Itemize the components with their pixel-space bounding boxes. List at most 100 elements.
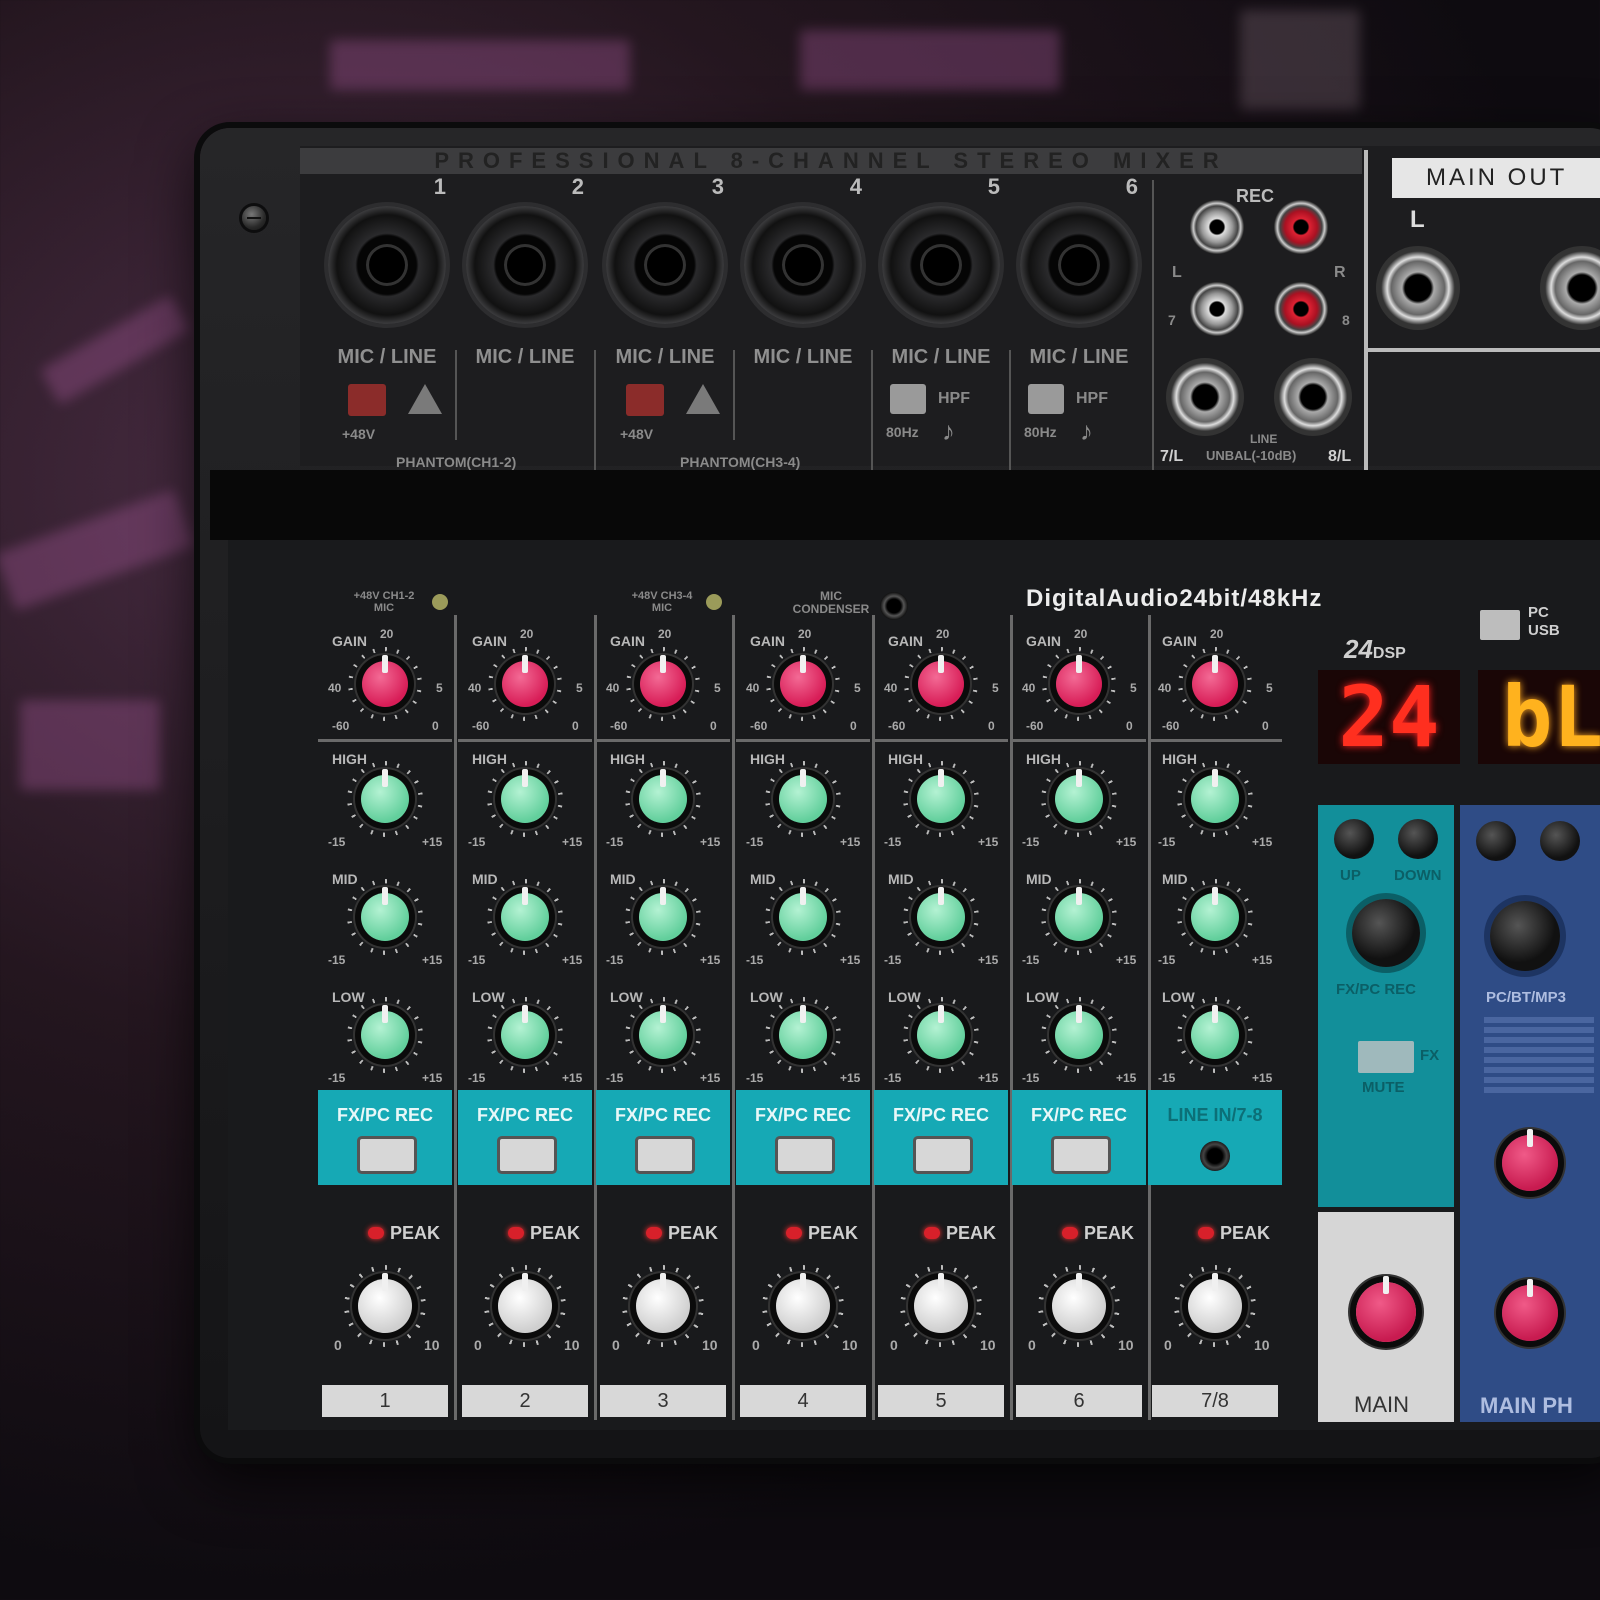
channel-volume-knob[interactable] [1174, 1265, 1256, 1347]
high-eq-knob[interactable] [1177, 761, 1253, 837]
channel-number: 6 [1125, 174, 1138, 199]
background-light [330, 40, 630, 90]
mic-condenser-label: MIC CONDENSER [792, 589, 870, 616]
down-button[interactable] [1398, 819, 1438, 859]
gain-label: GAIN [750, 633, 785, 649]
peak-led [1062, 1227, 1078, 1239]
high-eq-knob[interactable] [903, 761, 979, 837]
low-eq-knob[interactable] [1177, 997, 1253, 1073]
xlr-combo-jack[interactable] [1020, 206, 1138, 324]
previous-button[interactable] [1540, 821, 1580, 861]
gain-knob[interactable] [766, 647, 840, 721]
low-eq-knob[interactable] [625, 997, 701, 1073]
channel-volume-knob[interactable] [900, 1265, 982, 1347]
jack-line-label: LINE [1250, 432, 1278, 446]
peak-led [508, 1227, 524, 1239]
phantom-power-button[interactable] [626, 384, 664, 416]
hpf-button[interactable] [1028, 384, 1064, 414]
input-rca-8[interactable] [1274, 282, 1328, 336]
main-ph-knob[interactable] [1502, 1279, 1558, 1341]
high-eq-knob[interactable] [487, 761, 563, 837]
vol-min-label: 0 [890, 1337, 898, 1353]
xlr-combo-jack[interactable] [744, 206, 862, 324]
low-eq-knob[interactable] [903, 997, 979, 1073]
gain-knob[interactable] [904, 647, 978, 721]
mid-eq-label: MID [610, 871, 636, 887]
channel-strip-6: GAIN 20 40 5 -60 0 HIGH -15 +15 MID -15 … [1012, 615, 1151, 1420]
mid-eq-knob[interactable] [1041, 879, 1117, 955]
high-eq-knob[interactable] [347, 761, 423, 837]
gain-knob[interactable] [488, 647, 562, 721]
main-volume-knob[interactable] [1356, 1276, 1416, 1342]
channel-volume-knob[interactable] [762, 1265, 844, 1347]
mid-eq-knob[interactable] [903, 879, 979, 955]
mid-eq-knob[interactable] [487, 879, 563, 955]
xlr-combo-jack[interactable] [466, 206, 584, 324]
eq-min-label: -15 [606, 953, 624, 967]
mid-eq-knob[interactable] [625, 879, 701, 955]
vol-max-label: 10 [564, 1337, 580, 1353]
knob-pointer [1212, 887, 1218, 905]
background-light [0, 489, 195, 611]
up-button[interactable] [1334, 819, 1374, 859]
hpf-button[interactable] [890, 384, 926, 414]
fx-send-button[interactable] [1054, 1139, 1108, 1171]
phantom-power-button[interactable] [348, 384, 386, 416]
fx-encoder[interactable] [1352, 899, 1420, 967]
main-out-l-label: L [1410, 206, 1425, 233]
mid-eq-knob[interactable] [1177, 879, 1253, 955]
line-jack-8l[interactable] [1274, 358, 1352, 436]
gain-knob[interactable] [1178, 647, 1252, 721]
channel-volume-knob[interactable] [344, 1265, 426, 1347]
rec-rca-left[interactable] [1190, 200, 1244, 254]
main-out-jack-left[interactable] [1376, 246, 1460, 330]
line-in-jack[interactable] [1200, 1141, 1230, 1171]
rec-rca-right[interactable] [1274, 200, 1328, 254]
fx-send-button[interactable] [638, 1139, 692, 1171]
mid-eq-knob[interactable] [765, 879, 841, 955]
fx-send-button[interactable] [360, 1139, 414, 1171]
gain-label: GAIN [610, 633, 645, 649]
channel-volume-knob[interactable] [484, 1265, 566, 1347]
divider [736, 739, 870, 742]
gain-knob[interactable] [348, 647, 422, 721]
high-eq-knob[interactable] [1041, 761, 1117, 837]
pc-usb-button[interactable] [1480, 610, 1520, 640]
eq-min-label: -15 [884, 1071, 902, 1085]
fx-send-button[interactable] [500, 1139, 554, 1171]
low-eq-knob[interactable] [487, 997, 563, 1073]
high-eq-knob[interactable] [625, 761, 701, 837]
xlr-combo-jack[interactable] [606, 206, 724, 324]
channel-volume-knob[interactable] [622, 1265, 704, 1347]
mid-eq-label: MID [750, 871, 776, 887]
low-eq-knob[interactable] [1041, 997, 1117, 1073]
divider [1364, 150, 1368, 470]
player-encoder[interactable] [1490, 901, 1560, 971]
peak-label: PEAK [1220, 1223, 1271, 1243]
xlr-combo-jack[interactable] [882, 206, 1000, 324]
peak-label: PEAK [390, 1223, 441, 1243]
play-pause-button[interactable] [1476, 821, 1516, 861]
ph-volume-knob[interactable] [1502, 1129, 1558, 1191]
line-jack-7l[interactable] [1166, 358, 1244, 436]
gain-mid-label: 40 [1022, 681, 1036, 695]
gain-knob[interactable] [626, 647, 700, 721]
high-eq-knob[interactable] [765, 761, 841, 837]
mic-line-label: MIC / LINE [337, 346, 437, 368]
eq-min-label: -15 [1158, 1071, 1176, 1085]
fx-send-button[interactable] [778, 1139, 832, 1171]
gain-knob[interactable] [1042, 647, 1116, 721]
fx-label: FX [1420, 1047, 1440, 1064]
low-eq-knob[interactable] [347, 997, 423, 1073]
phantom-led-2 [706, 594, 722, 610]
fx-mute-button[interactable] [1358, 1041, 1414, 1073]
mid-eq-knob[interactable] [347, 879, 423, 955]
eq-min-label: -15 [328, 953, 346, 967]
fx-send-button[interactable] [916, 1139, 970, 1171]
channel-volume-knob[interactable] [1038, 1265, 1120, 1347]
low-eq-knob[interactable] [765, 997, 841, 1073]
input-rca-7[interactable] [1190, 282, 1244, 336]
knob-pointer [1076, 887, 1082, 905]
xlr-combo-jack[interactable] [328, 206, 446, 324]
phantom-voltage: +48V [620, 426, 654, 442]
